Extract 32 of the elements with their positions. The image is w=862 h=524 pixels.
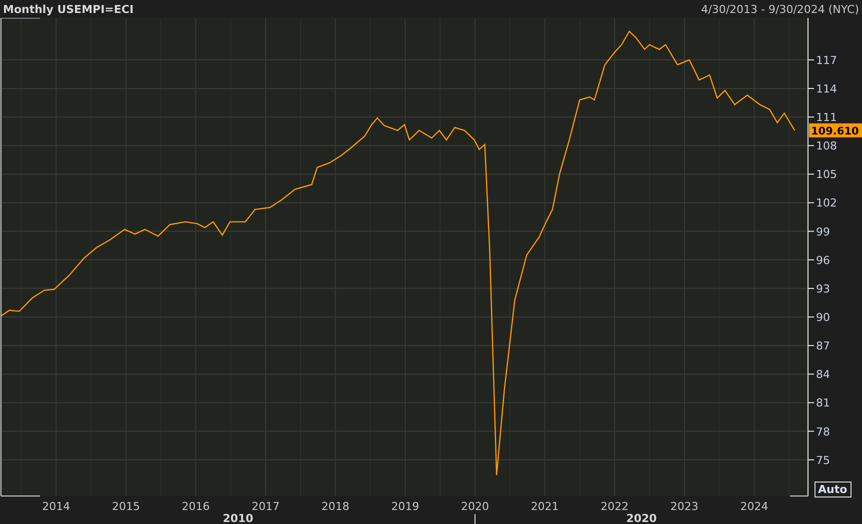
x-axis-label: 2024 (740, 500, 768, 513)
x-axis-label: 2017 (252, 500, 280, 513)
y-axis-label: 75 (816, 454, 830, 467)
y-axis-label: 90 (816, 311, 830, 324)
y-axis-label: 114 (816, 82, 837, 96)
decade-label: 2020 (626, 512, 657, 524)
y-axis-label: 81 (816, 396, 830, 410)
x-axis-label: 2020 (461, 500, 489, 513)
x-axis-label: 2023 (670, 500, 698, 513)
x-axis-label: 2014 (42, 500, 70, 513)
last-value-badge: 109.610 (809, 123, 862, 138)
x-axis-label: 2016 (182, 500, 210, 513)
x-axis-label: 2021 (530, 500, 559, 513)
auto-button[interactable]: Auto (814, 482, 852, 498)
y-axis-label: 117 (816, 54, 837, 67)
y-axis-label: 102 (816, 196, 837, 210)
decade-label: 2010 (222, 512, 254, 524)
x-axis-label: 2022 (600, 500, 629, 513)
y-axis-label: 96 (816, 254, 830, 267)
x-axis-label: 2019 (391, 500, 420, 513)
x-axis-label: 2015 (112, 500, 140, 513)
y-axis-label: 99 (816, 225, 830, 238)
y-axis-label: 93 (816, 282, 830, 296)
chart-title: Monthly USEMPI=ECI (3, 2, 134, 16)
y-axis-label: 108 (816, 140, 837, 153)
y-axis-label: 105 (816, 168, 837, 182)
y-axis-label: 87 (816, 340, 830, 353)
y-axis-label: 78 (816, 425, 830, 438)
y-axis-label: 84 (816, 368, 830, 382)
x-axis-label: 2018 (321, 500, 350, 513)
y-axis-label: 111 (816, 111, 837, 124)
date-range: 4/30/2013 - 9/30/2024 (NYC) (701, 2, 859, 16)
